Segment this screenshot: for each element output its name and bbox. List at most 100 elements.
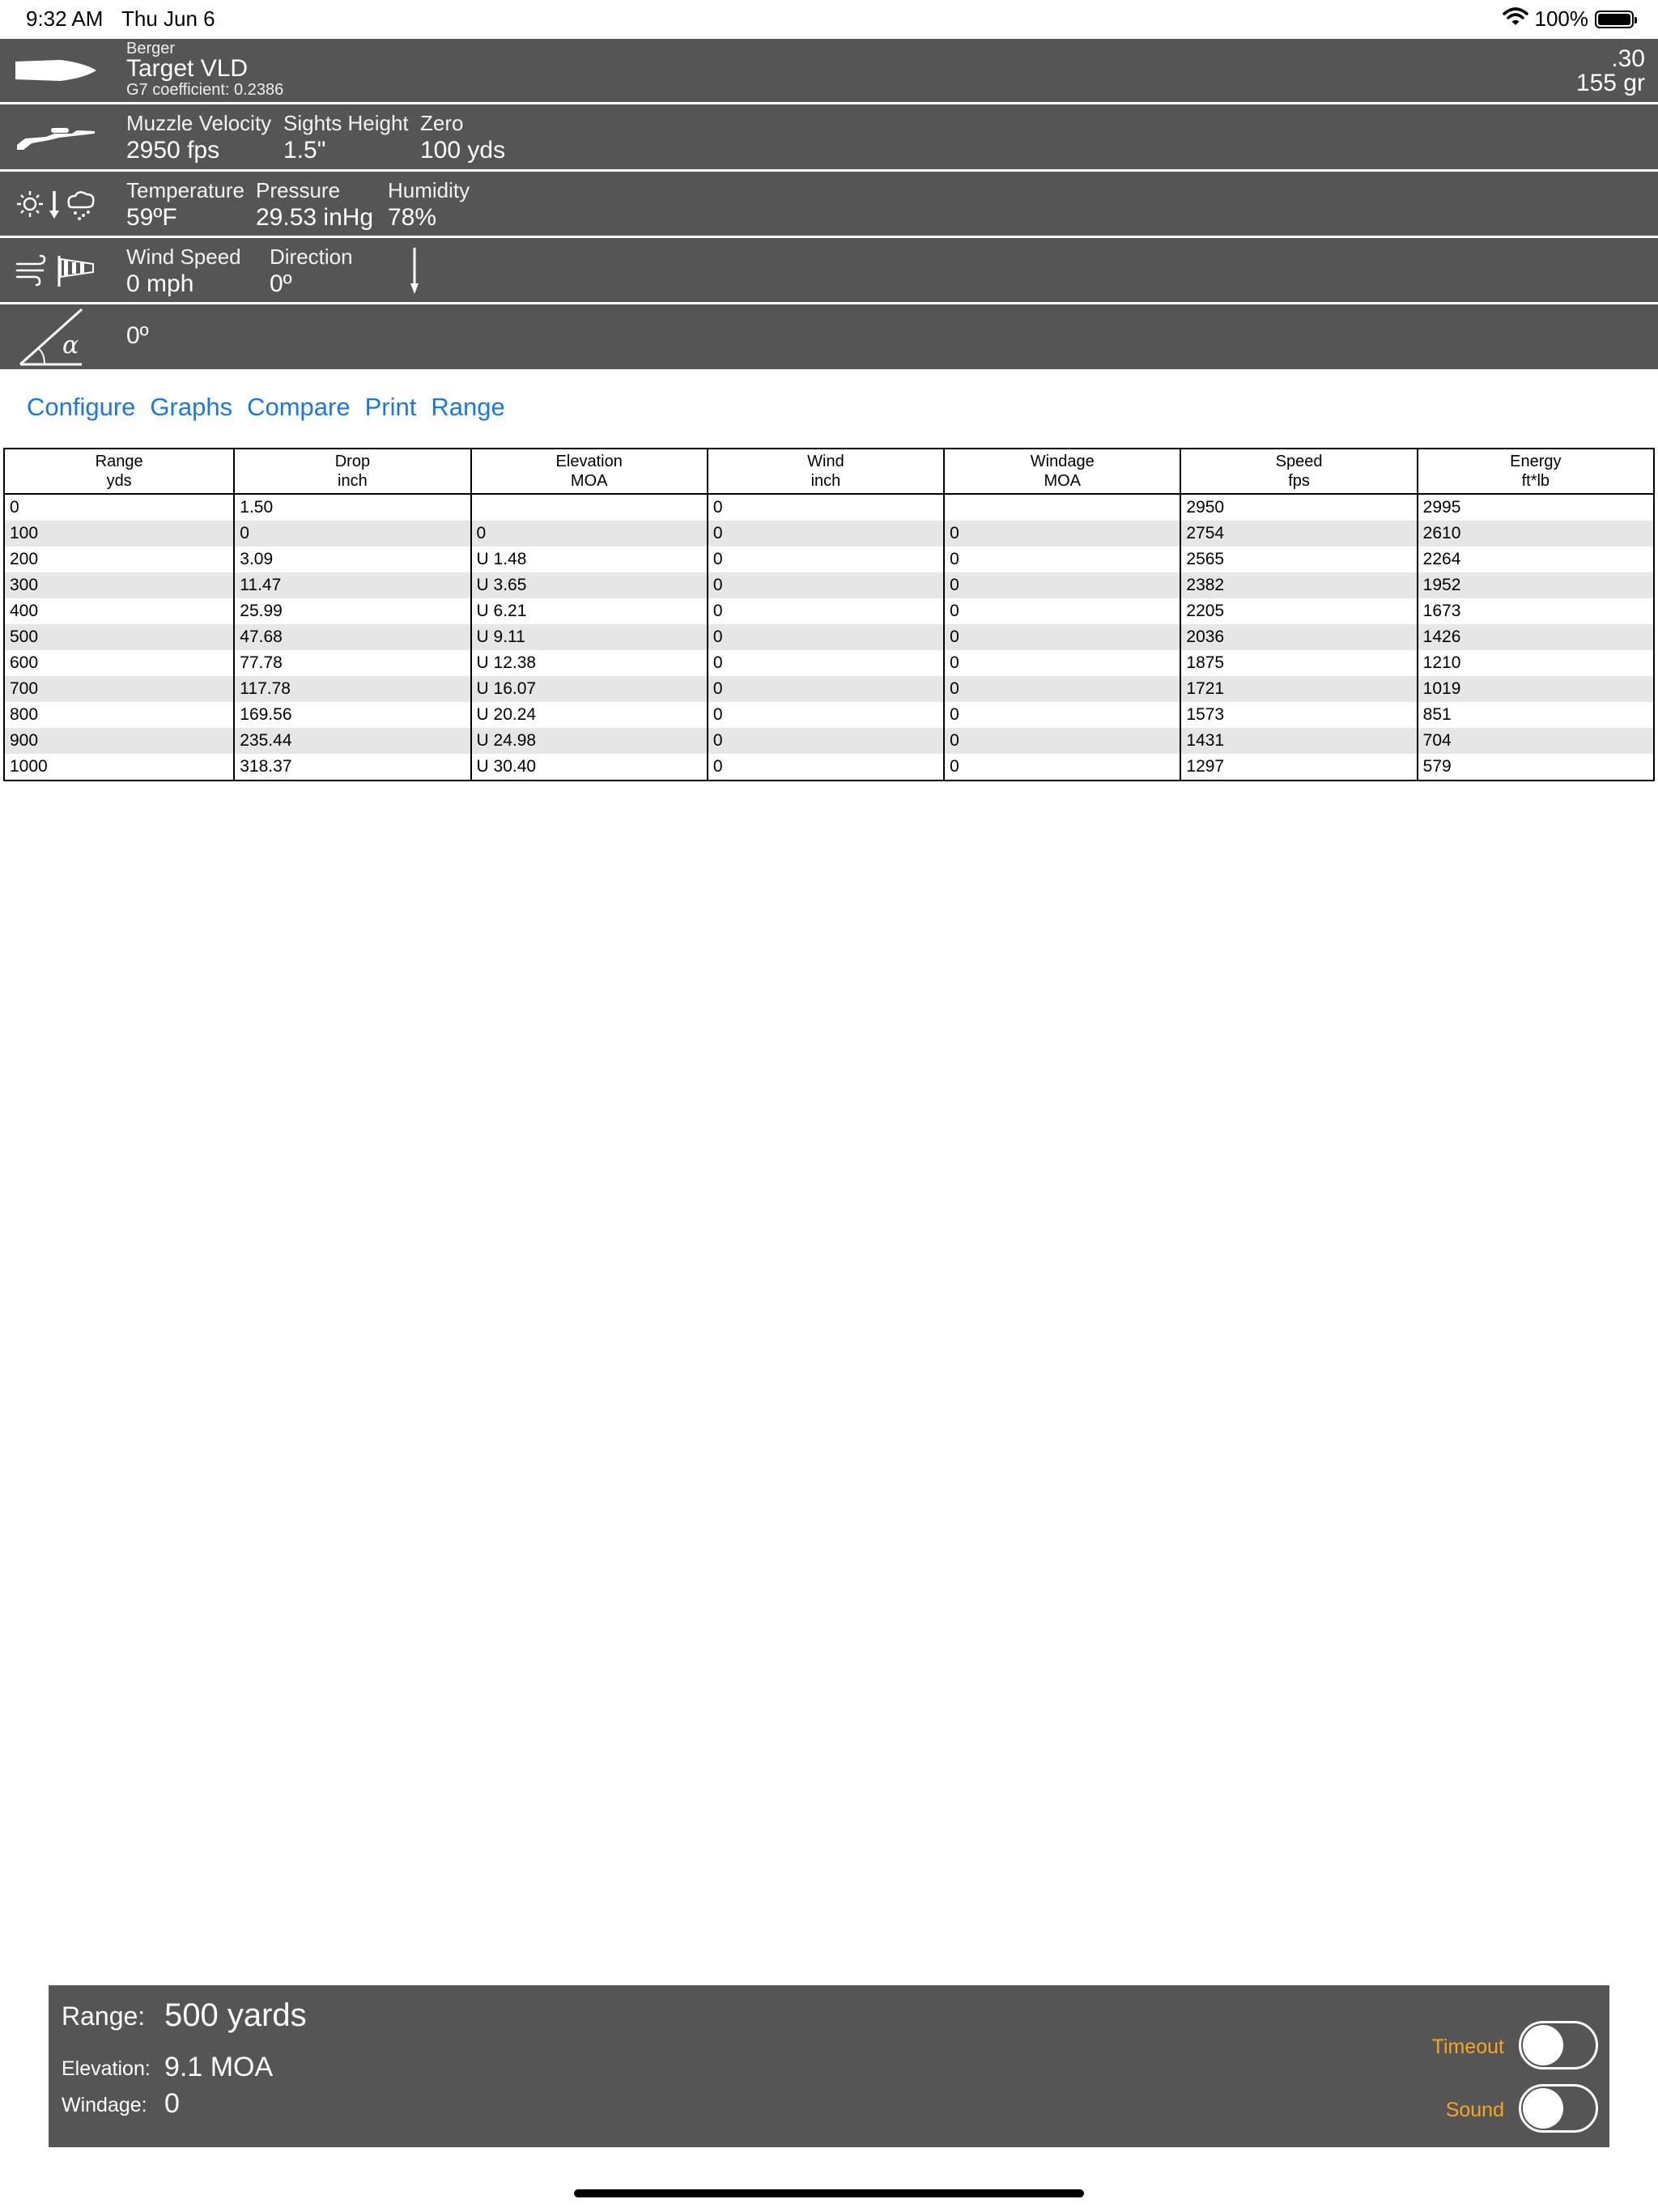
bullet-row[interactable]: Berger Target VLD G7 coefficient: 0.2386… [0,39,1658,102]
panel-range-value: 500 yards [164,1997,307,2033]
column-title: Speed [1275,453,1323,470]
weather-icon [11,172,100,236]
column-title: Range [95,453,143,470]
cell-drop: 117.78 [233,676,472,702]
cell-elevation [470,494,708,521]
cell-range: 300 [2,572,236,598]
column-title: Energy [1510,453,1562,470]
configure-link[interactable]: Configure [27,393,135,422]
battery-percent: 100% [1534,6,1589,31]
cell-elevation: U 20.24 [470,702,708,728]
compare-link[interactable]: Compare [247,393,351,422]
print-link[interactable]: Print [365,393,417,422]
cell-range: 400 [2,598,236,624]
cell-elevation: U 24.98 [470,728,708,754]
wind-speed-label: Wind Speed [126,245,241,269]
cell-speed: 1431 [1180,728,1418,754]
cell-wind: 0 [706,572,946,598]
cell-energy: 1952 [1416,572,1656,598]
cell-wind: 0 [706,598,946,624]
sights-height-label: Sights Height [283,111,409,135]
cell-drop: 3.09 [233,547,472,572]
column-unit: inch [338,472,368,490]
cell-elevation: 0 [470,521,708,547]
pressure-value: 29.53 inHg [256,204,374,231]
toggle-knob [1523,2025,1563,2065]
cell-drop: 25.99 [233,598,472,624]
cell-windage: 0 [943,598,1182,624]
cell-energy: 1210 [1416,650,1656,676]
cell-range: 200 [2,547,236,572]
cell-elevation: U 1.48 [470,547,708,572]
cell-wind: 0 [706,547,946,572]
bullet-name: Target VLD [126,55,249,82]
cell-energy: 2264 [1416,547,1656,572]
muzzle-velocity-label: Muzzle Velocity [126,111,272,135]
bullet-coefficient: G7 coefficient: 0.2386 [126,81,284,99]
wind-arrow-icon [409,248,420,299]
temperature-label: Temperature [126,178,244,202]
bullet-weight: 155 gr [1575,70,1645,96]
cell-windage: 0 [943,521,1182,547]
cell-energy: 1426 [1416,624,1656,650]
cell-speed: 1721 [1180,676,1418,702]
cell-energy: 1673 [1416,598,1656,624]
angle-row[interactable]: α 0º [0,304,1658,369]
rifle-row[interactable]: Muzzle Velocity 2950 fps Sights Height 1… [0,104,1658,169]
table-row: 400 25.99 U 6.21 0 0 2205 1673 [2,598,1656,624]
cell-range: 900 [2,728,236,754]
toggle-knob [1523,2088,1563,2129]
temperature-value: 59ºF [126,204,177,231]
cell-range: 700 [2,676,236,702]
cell-speed: 2382 [1180,572,1418,598]
column-title: Wind [807,453,844,470]
cell-wind: 0 [706,754,946,781]
wind-icon [11,238,100,302]
home-indicator[interactable] [574,2189,1084,2197]
table-body: 0 1.50 0 2950 2995 100 0 0 0 0 2754 2610 200 3.09 U 1.… [2,494,1656,781]
cell-speed: 2205 [1180,598,1418,624]
cell-drop: 235.44 [233,728,472,754]
cell-range: 1000 [2,754,236,781]
cell-windage: 0 [943,728,1182,754]
panel-elevation-value: 9.1 MOA [164,2052,274,2082]
status-right: 100% [1502,6,1637,32]
column-title: Elevation [555,453,623,470]
timeout-toggle[interactable] [1519,2021,1598,2069]
cell-drop: 169.56 [233,702,472,728]
column-unit: ft*lb [1521,472,1550,490]
sound-toggle[interactable] [1519,2084,1598,2133]
cell-speed: 2036 [1180,624,1418,650]
cell-energy: 2995 [1416,494,1656,521]
cell-speed: 2565 [1180,547,1418,572]
bullet-icon [11,39,100,102]
column-header-range: Range yds [2,448,236,495]
column-header-windage: Windage MOA [943,448,1182,495]
cell-energy: 1019 [1416,676,1656,702]
wind-row[interactable]: Wind Speed 0 mph Direction 0º [0,238,1658,302]
column-unit: inch [810,472,841,490]
cell-elevation: U 9.11 [470,624,708,650]
angle-value: 0º [126,322,149,349]
cell-elevation: U 12.38 [470,650,708,676]
table-row: 300 11.47 U 3.65 0 0 2382 1952 [2,572,1656,598]
column-unit: yds [106,472,132,490]
atmosphere-row[interactable]: Temperature 59ºF Pressure 29.53 inHg Hum… [0,172,1658,236]
muzzle-velocity-value: 2950 fps [126,137,220,164]
column-header-speed: Speed fps [1180,448,1418,495]
cell-range: 500 [2,624,236,650]
panel-windage-label: Windage: [62,2094,147,2116]
column-header-elevation: Elevation MOA [470,448,708,495]
pressure-label: Pressure [256,178,341,202]
wifi-icon [1502,6,1528,32]
cell-elevation: U 6.21 [470,598,708,624]
zero-value: 100 yds [420,137,506,164]
table-row: 900 235.44 U 24.98 0 0 1431 704 [2,728,1656,754]
range-link[interactable]: Range [431,393,504,422]
cell-range: 100 [2,521,236,547]
graphs-link[interactable]: Graphs [150,393,232,422]
table-row: 800 169.56 U 20.24 0 0 1573 851 [2,702,1656,728]
battery-icon [1595,10,1637,28]
cell-range: 0 [2,494,236,521]
cell-energy: 704 [1416,728,1656,754]
